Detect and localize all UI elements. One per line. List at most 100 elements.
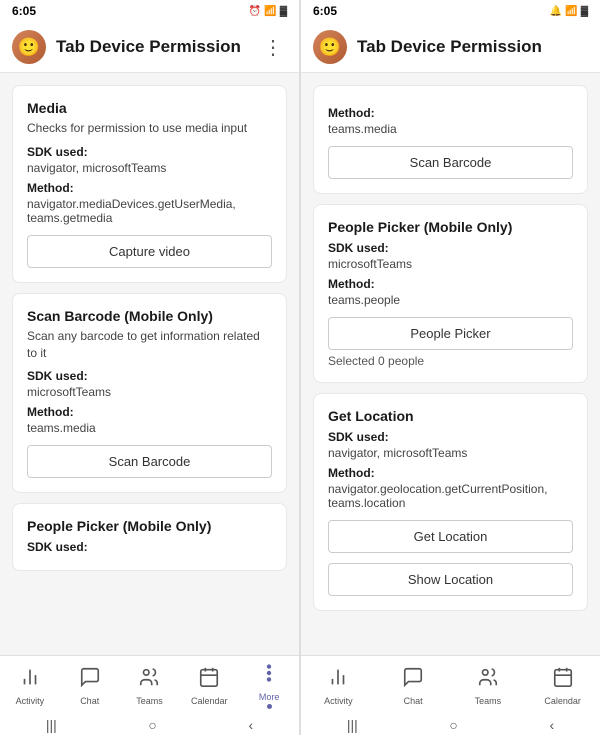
avatar-right: 🙂 — [313, 30, 347, 64]
more-icon-left — [258, 662, 280, 690]
scan-barcode-sdk-value: microsoftTeams — [27, 385, 272, 399]
gesture-back-right: ‹ — [549, 717, 554, 733]
activity-icon-right — [327, 666, 349, 694]
gesture-bar-right: ||| ○ ‹ — [301, 715, 600, 735]
nav-calendar-right[interactable]: Calendar — [525, 656, 600, 715]
scan-barcode-card-right: Method: teams.media Scan Barcode — [313, 85, 588, 194]
get-location-button[interactable]: Get Location — [328, 520, 573, 553]
nav-calendar-left[interactable]: Calendar — [179, 656, 239, 715]
calendar-icon-right — [552, 666, 574, 694]
content-left: Media Checks for permission to use media… — [0, 73, 299, 655]
battery-icon: ▓ — [280, 6, 287, 17]
people-picker-title-left: People Picker (Mobile Only) — [27, 518, 272, 534]
pp-sdk-label-right: SDK used: — [328, 241, 573, 255]
right-phone: 6:05 🔔 📶 ▓ 🙂 Tab Device Permission Metho… — [300, 0, 600, 735]
calendar-icon-left — [198, 666, 220, 694]
media-desc: Checks for permission to use media input — [27, 120, 272, 137]
pp-method-value-right: teams.people — [328, 293, 573, 307]
pp-method-label-right: Method: — [328, 277, 573, 291]
nav-teams-left[interactable]: Teams — [120, 656, 180, 715]
scan-barcode-title: Scan Barcode (Mobile Only) — [27, 308, 272, 324]
nav-chat-label-left: Chat — [80, 696, 99, 706]
media-sdk-value: navigator, microsoftTeams — [27, 161, 272, 175]
content-right: Method: teams.media Scan Barcode People … — [301, 73, 600, 655]
people-picker-title-right: People Picker (Mobile Only) — [328, 219, 573, 235]
nav-activity-label-right: Activity — [324, 696, 353, 706]
page-title-left: Tab Device Permission — [56, 37, 249, 57]
nav-activity-right[interactable]: Activity — [301, 656, 376, 715]
gesture-back: ‹ — [248, 717, 253, 733]
people-picker-card-partial: People Picker (Mobile Only) SDK used: — [12, 503, 287, 571]
teams-icon-right — [477, 666, 499, 694]
loc-method-value: navigator.geolocation.getCurrentPosition… — [328, 482, 573, 510]
time-left: 6:05 — [12, 4, 36, 18]
gesture-lines-right: ||| — [347, 717, 358, 733]
scan-barcode-method-label: Method: — [27, 405, 272, 419]
nav-calendar-label-left: Calendar — [191, 696, 228, 706]
status-bar-left: 6:05 ⏰ 📶 ▓ — [0, 0, 299, 22]
teams-icon-left — [138, 666, 160, 694]
people-picker-sdk-label-left: SDK used: — [27, 540, 272, 554]
nav-chat-right[interactable]: Chat — [376, 656, 451, 715]
scan-method-label-right: Method: — [328, 106, 573, 120]
signal-icon-right: 📶 — [565, 6, 577, 17]
chat-icon-right — [402, 666, 424, 694]
people-picker-button-right[interactable]: People Picker — [328, 317, 573, 350]
nav-chat-label-right: Chat — [404, 696, 423, 706]
media-sdk-label: SDK used: — [27, 145, 272, 159]
get-location-title: Get Location — [328, 408, 573, 424]
nav-teams-right[interactable]: Teams — [451, 656, 526, 715]
show-location-button[interactable]: Show Location — [328, 563, 573, 596]
scan-method-value-right: teams.media — [328, 122, 573, 136]
nav-more-dot-left — [267, 704, 272, 709]
avatar-left: 🙂 — [12, 30, 46, 64]
scan-barcode-desc: Scan any barcode to get information rela… — [27, 328, 272, 362]
status-icons-right: 🔔 📶 ▓ — [550, 6, 588, 17]
battery-icon-right: ▓ — [581, 6, 588, 17]
scan-barcode-method-value: teams.media — [27, 421, 272, 435]
nav-activity-left[interactable]: Activity — [0, 656, 60, 715]
scan-barcode-button-left[interactable]: Scan Barcode — [27, 445, 272, 478]
more-button-left[interactable]: ⋮ — [259, 35, 287, 60]
people-picker-card-right: People Picker (Mobile Only) SDK used: mi… — [313, 204, 588, 383]
nav-teams-label-right: Teams — [475, 696, 502, 706]
capture-video-button[interactable]: Capture video — [27, 235, 272, 268]
alarm-icon: ⏰ — [249, 6, 261, 17]
bottom-nav-left: Activity Chat Teams — [0, 655, 299, 715]
nav-calendar-label-right: Calendar — [544, 696, 581, 706]
header-right: 🙂 Tab Device Permission — [301, 22, 600, 73]
media-title: Media — [27, 100, 272, 116]
left-phone: 6:05 ⏰ 📶 ▓ 🙂 Tab Device Permission ⋮ Med… — [0, 0, 300, 735]
gesture-lines: ||| — [46, 717, 57, 733]
chat-icon-left — [79, 666, 101, 694]
loc-method-label: Method: — [328, 466, 573, 480]
status-bar-right: 6:05 🔔 📶 ▓ — [301, 0, 600, 22]
time-right: 6:05 — [313, 4, 337, 18]
status-icons-left: ⏰ 📶 ▓ — [249, 6, 287, 17]
header-left: 🙂 Tab Device Permission ⋮ — [0, 22, 299, 73]
activity-icon-left — [19, 666, 41, 694]
nav-more-label-left: More — [259, 692, 280, 702]
loc-sdk-value: navigator, microsoftTeams — [328, 446, 573, 460]
signal-icon: 📶 — [264, 6, 276, 17]
nav-teams-label-left: Teams — [136, 696, 163, 706]
selected-count: Selected 0 people — [328, 354, 573, 368]
gesture-bar-left: ||| ○ ‹ — [0, 715, 299, 735]
gesture-circle: ○ — [148, 717, 156, 733]
get-location-card: Get Location SDK used: navigator, micros… — [313, 393, 588, 611]
gesture-circle-right: ○ — [449, 717, 457, 733]
scan-barcode-card: Scan Barcode (Mobile Only) Scan any barc… — [12, 293, 287, 494]
bottom-nav-right: Activity Chat Teams — [301, 655, 600, 715]
page-title-right: Tab Device Permission — [357, 37, 588, 57]
alarm-icon-right: 🔔 — [550, 6, 562, 17]
scan-barcode-sdk-label: SDK used: — [27, 369, 272, 383]
nav-more-left[interactable]: More — [239, 656, 299, 715]
media-method-label: Method: — [27, 181, 272, 195]
scan-barcode-button-right[interactable]: Scan Barcode — [328, 146, 573, 179]
media-card: Media Checks for permission to use media… — [12, 85, 287, 283]
nav-chat-left[interactable]: Chat — [60, 656, 120, 715]
pp-sdk-value-right: microsoftTeams — [328, 257, 573, 271]
nav-activity-label-left: Activity — [16, 696, 45, 706]
media-method-value: navigator.mediaDevices.getUserMedia, tea… — [27, 197, 272, 225]
loc-sdk-label: SDK used: — [328, 430, 573, 444]
